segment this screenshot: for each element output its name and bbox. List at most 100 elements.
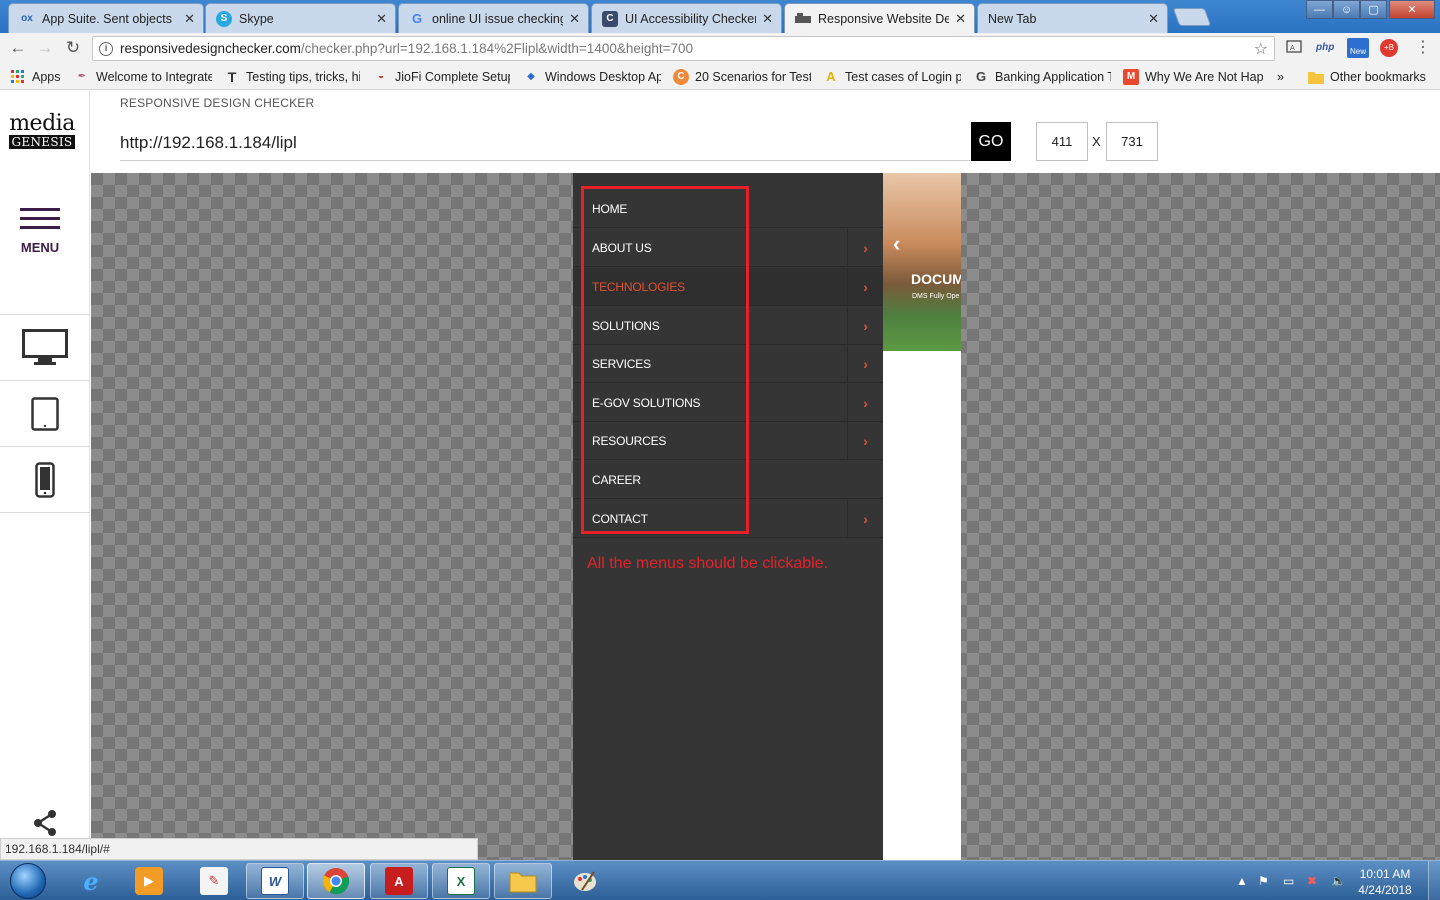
tab-skype[interactable]: S Skype ✕ [205, 3, 396, 33]
plus-b-extension-icon[interactable]: +B [1380, 39, 1398, 57]
bookmark-other[interactable]: Other bookmarks [1308, 67, 1426, 86]
bookmarks-overflow-button[interactable]: » [1277, 67, 1284, 86]
volume-icon[interactable]: 🔈 [1331, 861, 1346, 900]
close-icon[interactable]: ✕ [1148, 11, 1159, 27]
person-icon[interactable]: ☺ [1333, 0, 1360, 19]
chevron-right-icon[interactable]: › [847, 384, 883, 421]
new-tab-button[interactable] [1172, 8, 1212, 26]
tab-ui-accessibility[interactable]: C UI Accessibility Checker - ✕ [591, 3, 782, 33]
show-hidden-icons-button[interactable]: ▲ [1236, 861, 1248, 900]
hamburger-icon [20, 208, 60, 230]
close-window-button[interactable]: ✕ [1389, 0, 1435, 19]
height-input[interactable]: 731 [1106, 122, 1158, 161]
close-icon[interactable]: ✕ [184, 11, 195, 27]
action-center-flag-icon[interactable]: ⚑ [1258, 861, 1269, 900]
go-button[interactable]: GO [971, 122, 1011, 161]
taskbar-file-explorer[interactable] [494, 863, 552, 899]
tab-responsive-checker[interactable]: Responsive Website Des ✕ [784, 3, 975, 33]
url-path: /checker.php?url=192.168.1.184%2Flipl&wi… [300, 41, 694, 56]
notes-icon: ✎ [200, 867, 228, 895]
preview-stage: HOME ABOUT US › TECHNOLOGIES › SOLUTIONS… [91, 173, 1440, 860]
menu-toggle-button[interactable]: MENU [0, 208, 90, 278]
bookmark-banking-app[interactable]: G Banking Application T [973, 67, 1111, 86]
close-icon[interactable]: ✕ [376, 11, 387, 27]
chevron-right-icon[interactable]: › [847, 500, 883, 537]
php-extension-icon[interactable]: php [1316, 40, 1334, 56]
taskbar-notes[interactable]: ✎ [185, 863, 243, 899]
chevron-right-icon[interactable]: › [847, 268, 883, 305]
clock-time: 10:01 AM [1359, 867, 1411, 881]
close-icon[interactable]: ✕ [955, 11, 966, 27]
mobile-nav-drawer: HOME ABOUT US › TECHNOLOGIES › SOLUTIONS… [573, 173, 883, 860]
width-input[interactable]: 411 [1036, 122, 1088, 161]
tab-title: online UI issue checking [432, 11, 564, 26]
desktop-monitor-icon [22, 329, 68, 365]
g-letter-icon: G [975, 69, 987, 84]
address-url[interactable]: responsivedesignchecker.com/checker.php?… [120, 41, 1254, 56]
bookmark-label: Windows Desktop Ap [545, 69, 661, 84]
network-error-icon[interactable]: ✖ [1307, 861, 1317, 900]
taskbar-paint[interactable] [556, 863, 614, 899]
bookmark-jiofi[interactable]: ◒ JioFi Complete Setup [373, 67, 510, 86]
taskbar-chrome[interactable] [307, 863, 365, 899]
system-clock[interactable]: 10:01 AM 4/24/2018 [1352, 866, 1418, 898]
left-rail: media GENESIS MENU [0, 90, 90, 860]
forward-arrow-icon[interactable]: → [35, 38, 55, 58]
new-extension-icon[interactable]: New [1347, 38, 1369, 58]
taskbar-word[interactable]: W [246, 863, 304, 899]
taskbar-internet-explorer[interactable]: e [62, 863, 120, 899]
taskbar-excel[interactable]: X [432, 863, 490, 899]
bookmark-20-scenarios[interactable]: C 20 Scenarios for Testi [673, 67, 811, 86]
desktop-view-button[interactable] [0, 315, 90, 381]
device-viewport[interactable]: HOME ABOUT US › TECHNOLOGIES › SOLUTIONS… [573, 173, 961, 860]
kebab-menu-icon[interactable]: ⋮ [1414, 40, 1432, 56]
bookmark-apps[interactable]: Apps [10, 67, 61, 86]
chevron-left-icon[interactable]: ‹ [893, 231, 900, 257]
bookmark-welcome-integrate[interactable]: ✒ Welcome to Integrate [74, 67, 212, 86]
tab-google[interactable]: G online UI issue checking ✕ [398, 3, 589, 33]
tab-title: UI Accessibility Checker - [625, 11, 757, 26]
url-input[interactable]: http://192.168.1.184/lipl [120, 125, 970, 161]
back-arrow-icon[interactable]: ← [8, 38, 28, 58]
bookmark-why-not-happy[interactable]: M Why We Are Not Hap [1123, 67, 1263, 86]
taskbar-media-player[interactable]: ▶ [120, 863, 178, 899]
bookmark-star-icon[interactable]: ☆ [1254, 39, 1268, 59]
show-desktop-button[interactable] [1428, 861, 1440, 900]
network-icon[interactable]: ▭ [1283, 861, 1294, 900]
bookmark-label: Welcome to Integrate [96, 69, 212, 84]
accessibility-icon: C [602, 10, 618, 27]
responsive-icon [795, 11, 811, 27]
media-genesis-logo[interactable]: media GENESIS [9, 113, 75, 149]
taskbar-acrobat[interactable]: A [370, 863, 428, 899]
ox-icon: ox [21, 13, 33, 24]
close-icon[interactable]: ✕ [569, 11, 580, 27]
chevron-right-icon[interactable]: › [847, 307, 883, 344]
m-logo-icon: M [1123, 68, 1139, 85]
address-bar[interactable]: i responsivedesignchecker.com/checker.ph… [92, 36, 1275, 61]
chevron-right-icon[interactable]: › [847, 422, 883, 459]
cast-icon[interactable]: A [1285, 40, 1303, 56]
tab-title: Responsive Website Des [818, 11, 950, 26]
close-icon[interactable]: ✕ [762, 11, 773, 27]
tab-new-tab[interactable]: New Tab ✕ [977, 3, 1168, 33]
bookmark-label: Banking Application T [995, 69, 1111, 84]
bookmark-label: Other bookmarks [1330, 69, 1426, 84]
share-icon[interactable] [30, 808, 60, 838]
tab-app-suite[interactable]: ox App Suite. Sent objects ✕ [8, 3, 204, 33]
bookmark-windows-desktop[interactable]: ◆ Windows Desktop Ap [523, 67, 661, 86]
bookmark-testing-tips[interactable]: T Testing tips, tricks, hi [224, 67, 360, 86]
chevron-right-icon[interactable]: › [847, 229, 883, 266]
menu-label: MENU [20, 240, 60, 255]
paint-icon [571, 867, 599, 895]
reload-icon[interactable]: ↻ [63, 38, 83, 58]
minimize-window-button[interactable]: — [1306, 0, 1333, 19]
tablet-view-button[interactable] [0, 381, 90, 447]
start-button[interactable] [2, 861, 54, 900]
maximize-window-button[interactable]: ▢ [1360, 0, 1387, 19]
mobile-view-button[interactable] [0, 447, 90, 513]
banner-subcaption: DMS Fully Ope [912, 293, 960, 300]
bookmark-login-test-cases[interactable]: A Test cases of Login p [823, 67, 961, 86]
page-content: media GENESIS MENU RESPONSIVE DESIGN CHE… [0, 90, 1440, 860]
info-icon[interactable]: i [99, 41, 113, 56]
chevron-right-icon[interactable]: › [847, 345, 883, 382]
